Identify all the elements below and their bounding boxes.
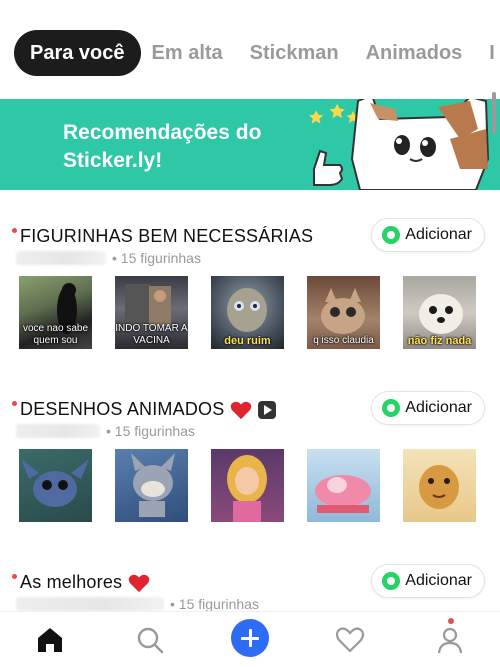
pack-title-text: As melhores xyxy=(20,572,123,592)
sticker-tom-cat-image xyxy=(131,453,175,517)
add-to-whatsapp-button[interactable]: Adicionar xyxy=(371,218,485,252)
heart-emoji-icon xyxy=(128,574,150,592)
sticker[interactable] xyxy=(307,449,380,522)
new-indicator-dot xyxy=(12,228,17,233)
add-button-label: Adicionar xyxy=(405,399,472,416)
sticker[interactable]: não fiz nada xyxy=(403,276,476,349)
pack-meta: • 15 figurinhas xyxy=(16,596,259,612)
sticker[interactable] xyxy=(115,449,188,522)
pack-meta: • 15 figurinhas xyxy=(16,423,195,439)
tab-para-voce[interactable]: Para você xyxy=(14,30,141,76)
sticker[interactable]: deu ruim xyxy=(211,276,284,349)
new-indicator-dot xyxy=(12,574,17,579)
sticker-caption: voce nao sabe quem sou xyxy=(22,323,89,346)
pack-title-text: FIGURINHAS BEM NECESSÁRIAS xyxy=(20,226,314,246)
category-tabs: Para você Em alta Stickman Animados I xyxy=(14,30,500,76)
search-icon[interactable] xyxy=(134,624,166,656)
add-to-whatsapp-button[interactable]: Adicionar xyxy=(371,391,485,425)
banner-text: Recomendações do Sticker.ly! xyxy=(63,119,261,175)
sticker-caption: INDO TOMAR A VACINA xyxy=(115,323,188,346)
banner-line-1: Recomendações do xyxy=(63,121,262,144)
cat-thumbs-up-illustration xyxy=(308,99,490,190)
sticker-row xyxy=(19,449,476,522)
sticker[interactable] xyxy=(403,449,476,522)
pack-title: As melhores xyxy=(20,572,150,593)
tab-em-alta[interactable]: Em alta xyxy=(152,30,223,76)
author-name-redacted xyxy=(16,251,106,265)
sticker[interactable]: voce nao sabe quem sou xyxy=(19,276,92,349)
sticker-princess-image xyxy=(227,455,267,522)
home-icon[interactable] xyxy=(34,624,66,656)
whatsapp-icon xyxy=(382,399,401,417)
sticker-stitch-image xyxy=(21,459,89,507)
author-name-redacted xyxy=(16,597,164,611)
author-name-redacted xyxy=(16,424,100,438)
tab-more[interactable]: I xyxy=(489,30,495,76)
sticker-caption: q isso claudia xyxy=(313,335,374,346)
sticker[interactable] xyxy=(211,449,284,522)
tab-animados[interactable]: Animados xyxy=(366,30,463,76)
pack-count: • 15 figurinhas xyxy=(112,250,201,266)
video-icon xyxy=(258,400,277,419)
sticker-cartoon-image xyxy=(315,475,371,513)
sticker[interactable]: INDO TOMAR A VACINA xyxy=(115,276,188,349)
heart-emoji-icon xyxy=(231,401,252,419)
sticker-caption: não fiz nada xyxy=(407,335,472,347)
sticker[interactable] xyxy=(19,449,92,522)
sticker-lion-image xyxy=(419,465,459,509)
bottom-navigation xyxy=(0,611,500,667)
whatsapp-icon xyxy=(382,226,401,244)
heart-icon[interactable] xyxy=(334,624,366,656)
pack-title-text: DESENHOS ANIMADOS xyxy=(20,399,225,419)
whatsapp-icon xyxy=(382,572,401,590)
sticker-caption: deu ruim xyxy=(224,335,271,347)
pack-meta: • 15 figurinhas xyxy=(16,250,201,266)
add-button-label: Adicionar xyxy=(405,572,472,589)
notification-dot xyxy=(448,618,454,624)
new-indicator-dot xyxy=(12,401,17,406)
pack-title: DESENHOS ANIMADOS xyxy=(20,399,277,420)
profile-icon[interactable] xyxy=(434,624,466,656)
sticker-row: voce nao sabe quem sou INDO TOMAR A VACI… xyxy=(19,276,476,349)
pack-count: • 15 figurinhas xyxy=(106,423,195,439)
add-button-label: Adicionar xyxy=(405,226,472,243)
pack-count: • 15 figurinhas xyxy=(170,596,259,612)
add-icon[interactable] xyxy=(231,619,269,657)
tab-stickman[interactable]: Stickman xyxy=(250,30,339,76)
recommendation-banner[interactable]: Recomendações do Sticker.ly! xyxy=(0,99,500,190)
banner-line-2: Sticker.ly! xyxy=(63,149,163,172)
pack-title: FIGURINHAS BEM NECESSÁRIAS xyxy=(20,226,313,247)
add-to-whatsapp-button[interactable]: Adicionar xyxy=(371,564,485,598)
scrollbar[interactable] xyxy=(492,92,496,134)
sticker[interactable]: q isso claudia xyxy=(307,276,380,349)
